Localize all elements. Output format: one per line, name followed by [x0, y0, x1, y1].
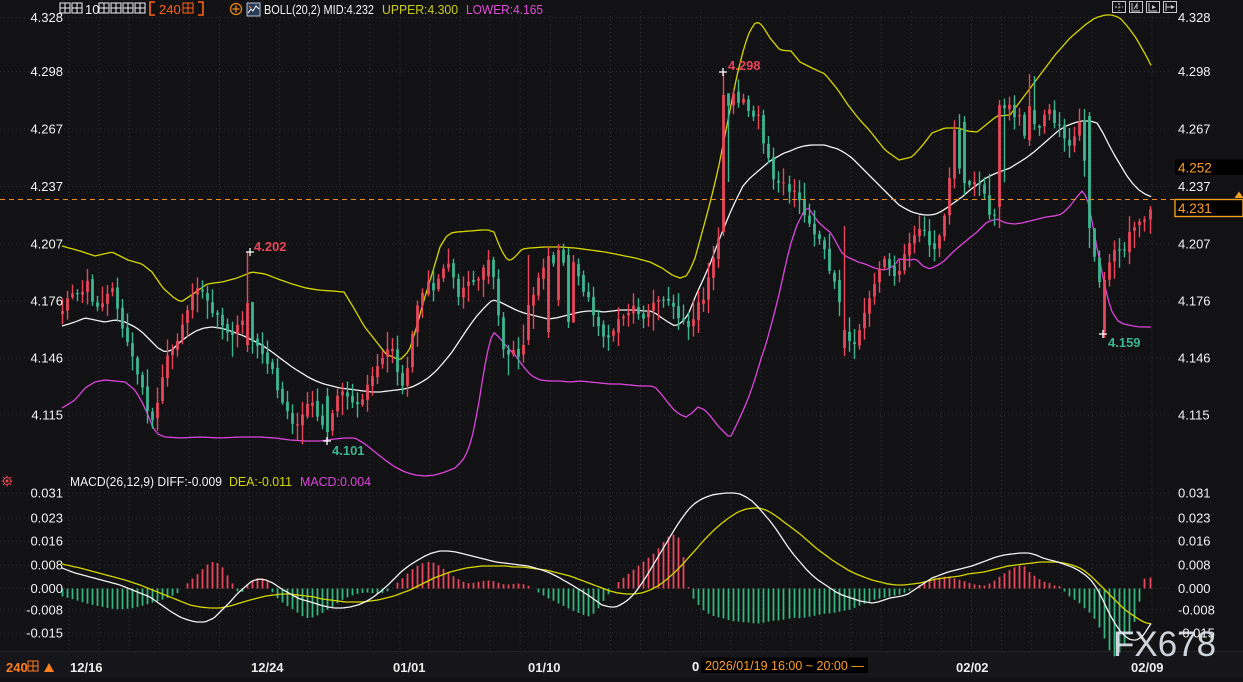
svg-text:4.298: 4.298 [728, 58, 761, 73]
svg-text:0.000: 0.000 [1178, 581, 1211, 596]
svg-text:12/24: 12/24 [251, 660, 284, 675]
svg-text:0: 0 [692, 659, 699, 674]
svg-text:0.031: 0.031 [30, 486, 63, 501]
svg-text:BOLL(20,2) MID:4.232: BOLL(20,2) MID:4.232 [264, 3, 374, 17]
svg-text:01/01: 01/01 [393, 660, 426, 675]
svg-text:4.231: 4.231 [1178, 201, 1212, 216]
svg-text:LOWER:4.165: LOWER:4.165 [466, 3, 543, 17]
svg-text:4.267: 4.267 [1178, 122, 1211, 137]
svg-text:4.252: 4.252 [1178, 161, 1212, 176]
svg-text:4.101: 4.101 [332, 443, 365, 458]
svg-text:0.008: 0.008 [1178, 558, 1211, 573]
svg-text:4.115: 4.115 [31, 408, 63, 423]
svg-text:0.031: 0.031 [1178, 486, 1211, 501]
svg-text:FX678: FX678 [1113, 625, 1216, 664]
svg-text:-0.015: -0.015 [26, 626, 63, 641]
svg-text:0.023: 0.023 [30, 511, 63, 526]
svg-text:0.016: 0.016 [1178, 534, 1211, 549]
svg-text:4.159: 4.159 [1108, 335, 1141, 350]
svg-text:12/16: 12/16 [70, 660, 103, 675]
svg-text:4.328: 4.328 [30, 10, 63, 25]
svg-text:DEA:-0.011: DEA:-0.011 [229, 475, 292, 489]
svg-text:4.115: 4.115 [1178, 408, 1210, 423]
svg-text:4.146: 4.146 [30, 351, 63, 366]
svg-text:-0.008: -0.008 [26, 603, 63, 618]
svg-text:4.237: 4.237 [1178, 179, 1211, 194]
svg-text:01/10: 01/10 [528, 660, 561, 675]
svg-text:4.146: 4.146 [1178, 351, 1211, 366]
svg-text:-0.008: -0.008 [1178, 603, 1215, 618]
svg-text:4.176: 4.176 [30, 294, 63, 309]
svg-text:UPPER:4.300: UPPER:4.300 [382, 3, 458, 17]
svg-text:4.207: 4.207 [1178, 237, 1211, 252]
svg-text:0.008: 0.008 [30, 558, 63, 573]
svg-text:4.298: 4.298 [1178, 64, 1211, 79]
svg-text:4.237: 4.237 [30, 179, 63, 194]
svg-text:MACD(26,12,9) DIFF:-0.009: MACD(26,12,9) DIFF:-0.009 [70, 475, 222, 489]
svg-text:4.298: 4.298 [30, 64, 63, 79]
svg-text:10: 10 [85, 2, 99, 17]
svg-text:4.267: 4.267 [30, 122, 63, 137]
svg-text:4.202: 4.202 [254, 239, 287, 254]
svg-text:240: 240 [159, 2, 181, 17]
svg-text:2026/01/19 16:00 ~ 20:00 —: 2026/01/19 16:00 ~ 20:00 — [705, 659, 864, 673]
svg-text:MACD:0.004: MACD:0.004 [300, 475, 371, 489]
svg-text:4.207: 4.207 [30, 237, 63, 252]
svg-text:02/02: 02/02 [956, 660, 989, 675]
svg-text:4.328: 4.328 [1178, 10, 1211, 25]
svg-text:0.016: 0.016 [30, 534, 63, 549]
svg-text:240: 240 [6, 660, 28, 675]
svg-text:0.000: 0.000 [30, 581, 63, 596]
svg-text:4.176: 4.176 [1178, 294, 1211, 309]
svg-text:0.023: 0.023 [1178, 511, 1211, 526]
